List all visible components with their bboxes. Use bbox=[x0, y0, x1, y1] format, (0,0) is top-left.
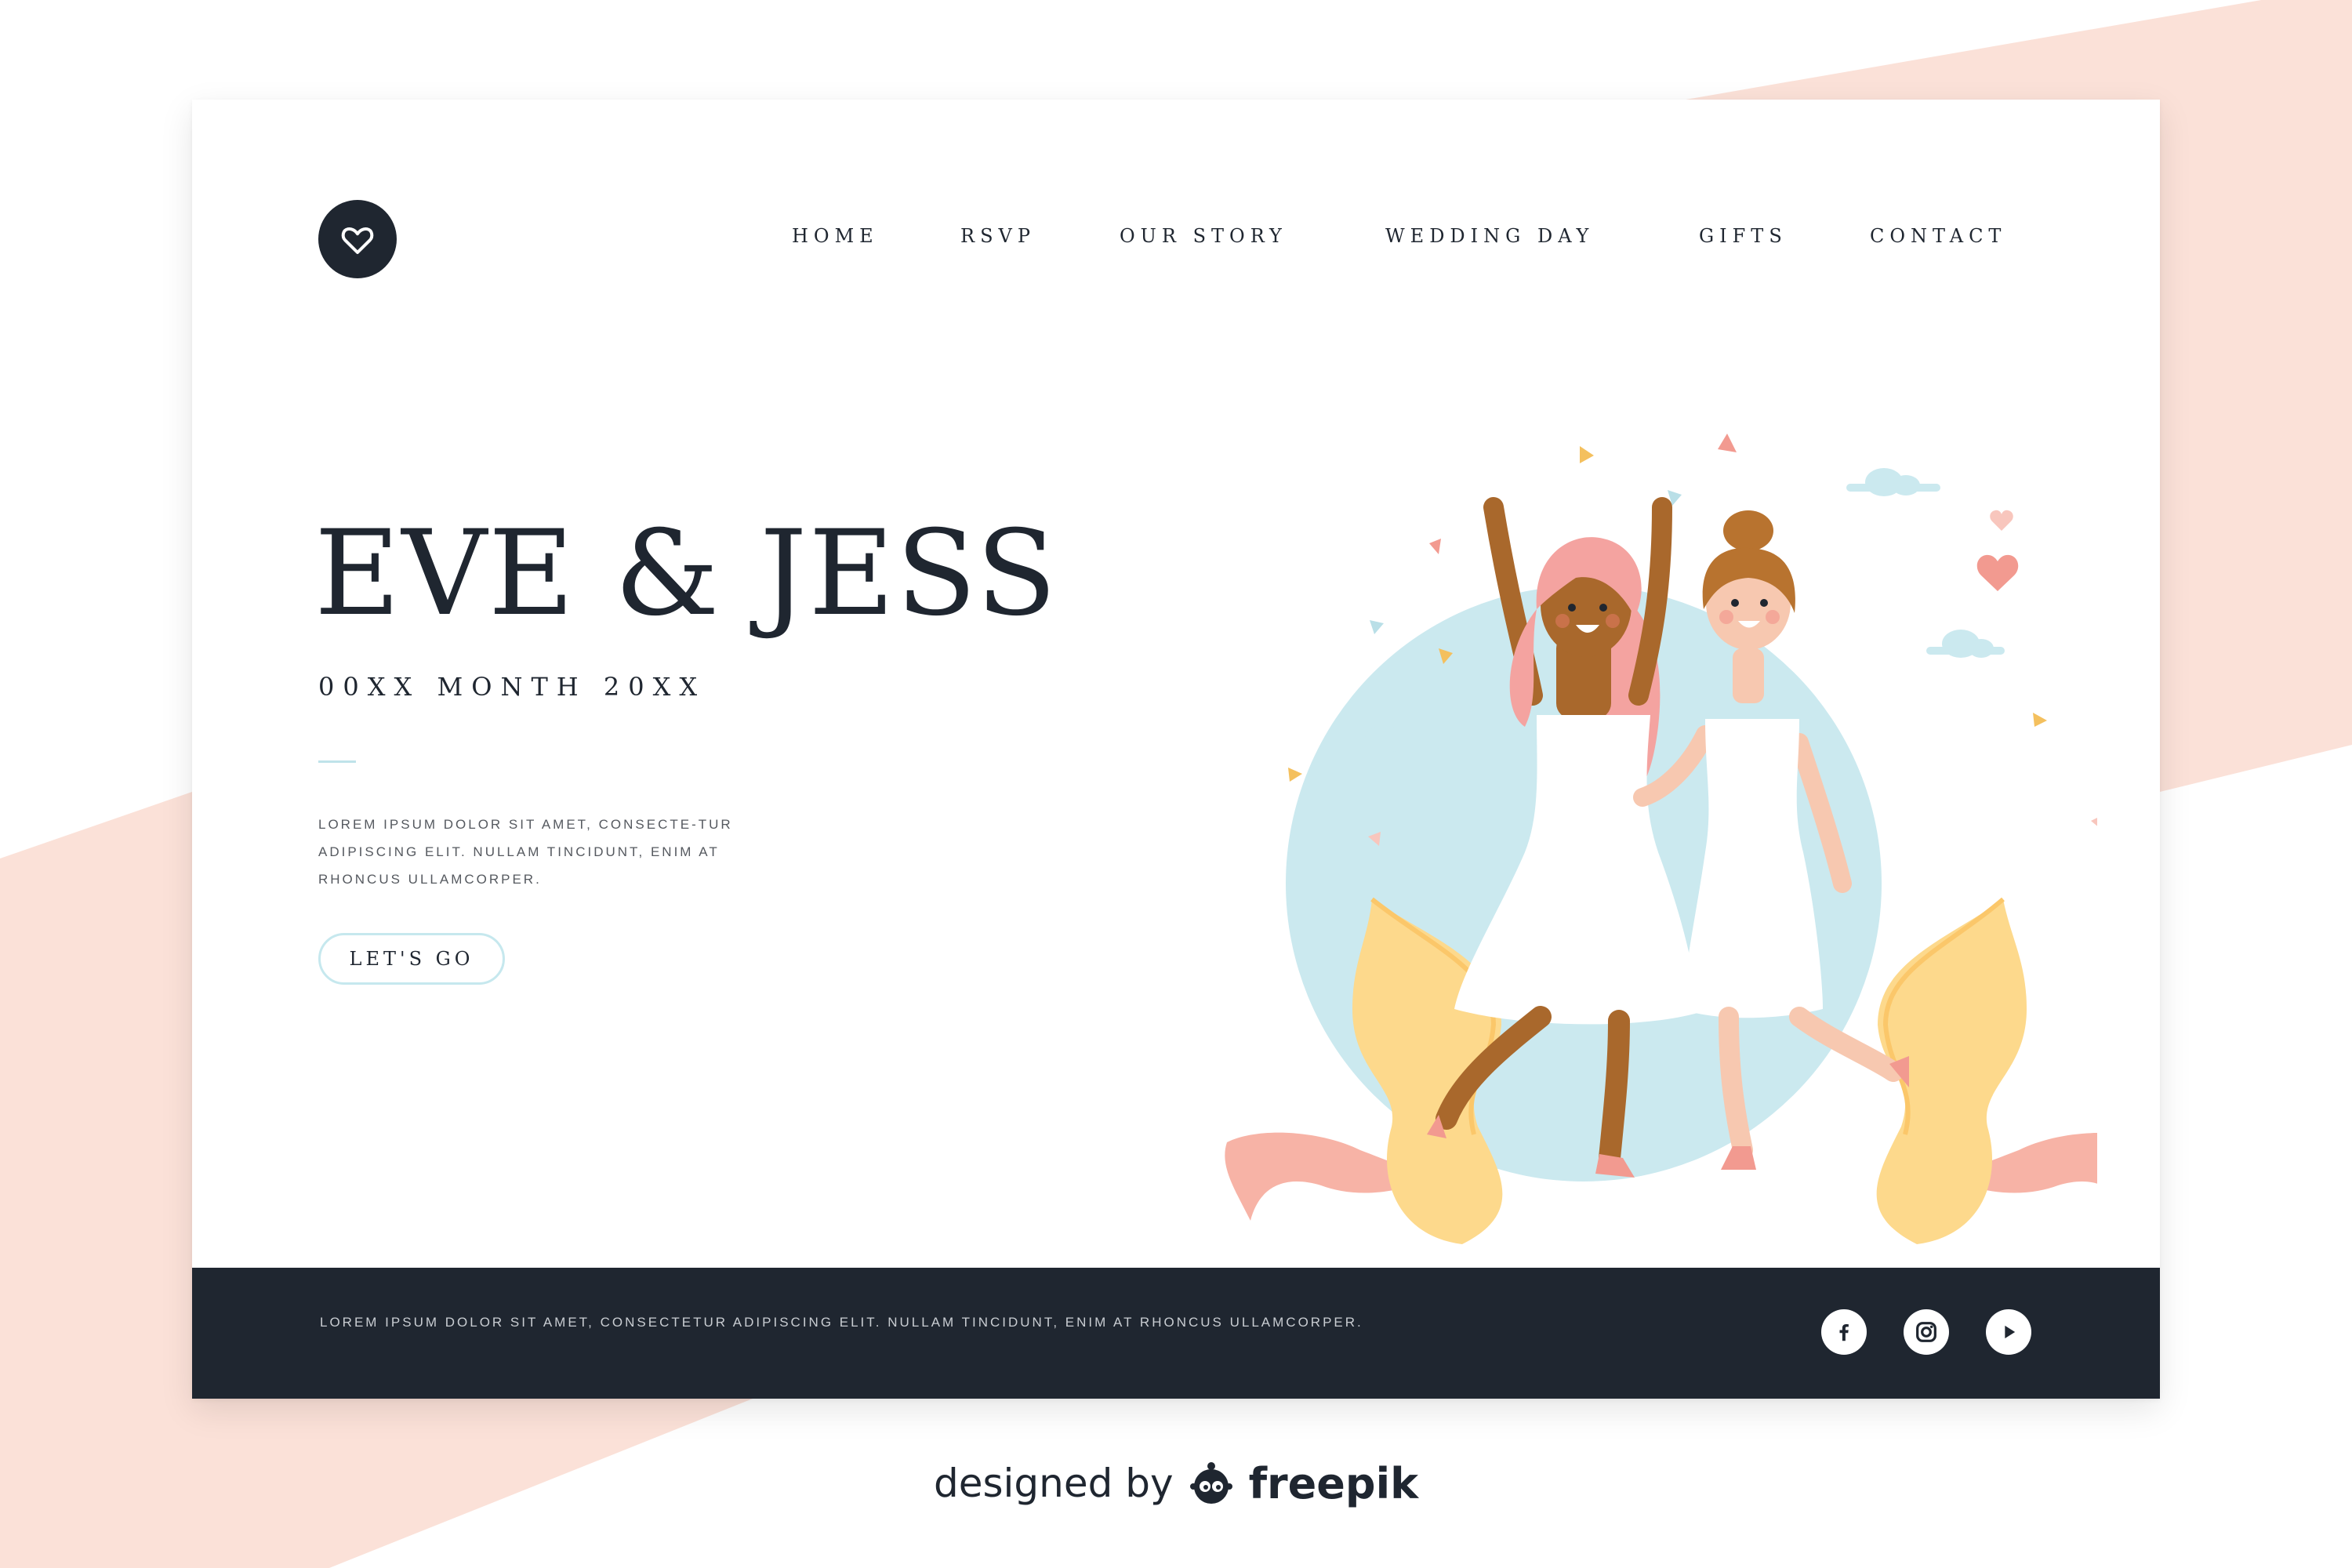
facebook-icon bbox=[1839, 1324, 1849, 1341]
lets-go-button[interactable]: LET'S GO bbox=[318, 933, 505, 985]
main-nav: HOME RSVP OUR STORY WEDDING DAY GIFTS CO… bbox=[192, 225, 2160, 256]
landing-page-card: HOME RSVP OUR STORY WEDDING DAY GIFTS CO… bbox=[192, 100, 2160, 1399]
youtube-icon bbox=[2005, 1325, 2016, 1339]
nav-our-story[interactable]: OUR STORY bbox=[1120, 225, 1287, 247]
footer: LOREM IPSUM DOLOR SIT AMET, CONSECTETUR … bbox=[192, 1268, 2160, 1399]
instagram-icon bbox=[1916, 1322, 1936, 1342]
cloud-icon bbox=[1846, 468, 1940, 496]
facebook-link[interactable] bbox=[1821, 1309, 1867, 1355]
page-title: EVE & JESS bbox=[314, 506, 1058, 642]
freepik-mascot-icon bbox=[1189, 1462, 1232, 1504]
wedding-date: 00XX MONTH 20XX bbox=[318, 672, 706, 702]
nav-gifts[interactable]: GIFTS bbox=[1699, 225, 1788, 247]
heart-icon bbox=[1990, 510, 2013, 531]
heart-icon bbox=[1976, 554, 2019, 591]
nav-home[interactable]: HOME bbox=[792, 225, 879, 247]
footer-text: LOREM IPSUM DOLOR SIT AMET, CONSECTETUR … bbox=[320, 1315, 1363, 1330]
couple-illustration bbox=[1225, 434, 2097, 1244]
freepik-credit: designed by freepik bbox=[0, 1452, 2352, 1515]
nav-contact[interactable]: CONTACT bbox=[1870, 225, 2006, 247]
nav-rsvp[interactable]: RSVP bbox=[960, 225, 1036, 247]
credit-prefix: designed by bbox=[933, 1461, 1174, 1506]
accent-divider bbox=[318, 760, 356, 763]
nav-wedding-day[interactable]: WEDDING DAY bbox=[1385, 225, 1594, 247]
intro-text: LOREM IPSUM DOLOR SIT AMET, CONSECTE-TUR… bbox=[318, 817, 733, 887]
instagram-link[interactable] bbox=[1904, 1309, 1949, 1355]
cloud-icon bbox=[1926, 630, 2005, 658]
credit-brand: freepik bbox=[1248, 1458, 1419, 1508]
youtube-link[interactable] bbox=[1986, 1309, 2031, 1355]
